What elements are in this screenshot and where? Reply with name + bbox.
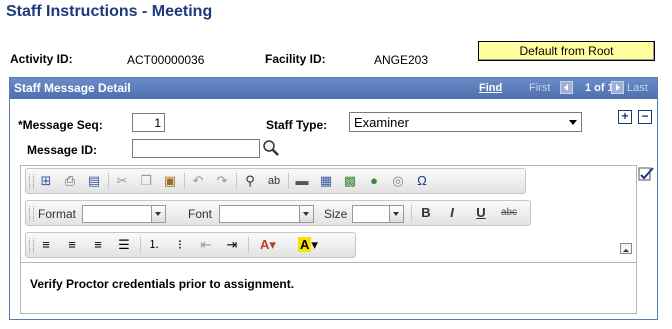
redo-icon[interactable]: ↷	[213, 172, 231, 190]
toolbar-grip	[29, 174, 34, 189]
format-label: Format	[38, 207, 77, 221]
facility-id-value: ANGE203	[374, 53, 429, 67]
toolbar-separator	[108, 173, 109, 189]
toolbar-separator	[140, 237, 141, 253]
image-icon[interactable]: ▩	[341, 172, 359, 190]
staff-type-label: Staff Type:	[266, 118, 328, 132]
text-color-icon[interactable]: A▾	[254, 236, 282, 254]
align-left-icon[interactable]: ≡	[37, 236, 55, 254]
default-from-root-button[interactable]: Default from Root	[478, 41, 655, 61]
editor-content-area[interactable]: Verify Proctor credentials prior to assi…	[21, 262, 636, 313]
undo-icon[interactable]: ↶	[189, 172, 207, 190]
toolbar-row-1: ⊞ ⎙ ▤ ✂ ❐ ▣ ↶ ↷ ⚲ ab ▬ ▦ ▩ ● ◎ Ω	[25, 168, 526, 194]
panel-header: Staff Message Detail Find First 1 of 1 L…	[10, 78, 657, 99]
format-select[interactable]	[82, 205, 166, 223]
size-label: Size	[324, 207, 348, 221]
chevron-down-icon	[569, 120, 577, 125]
message-seq-input[interactable]	[132, 113, 165, 132]
replace-icon[interactable]: ab	[265, 172, 283, 190]
add-row-button[interactable]: +	[618, 110, 632, 124]
indent-icon[interactable]: ⇥	[223, 236, 241, 254]
message-id-label: Message ID:	[27, 143, 98, 157]
toolbar-separator	[184, 173, 185, 189]
bold-button[interactable]: B	[417, 204, 435, 222]
toolbar-row-3: ≡ ≡ ≡ ☰ ⒈ ⁝ ⇤ ⇥ A▾ A ▾	[25, 232, 356, 258]
copy-icon[interactable]: ❐	[137, 172, 155, 190]
toolbar-separator	[248, 237, 249, 253]
message-id-input[interactable]	[132, 139, 260, 158]
row-count: 1 of 1	[585, 82, 614, 94]
source-icon[interactable]: ⊞	[37, 172, 55, 190]
align-right-icon[interactable]: ≡	[89, 236, 107, 254]
first-link[interactable]: First	[529, 82, 550, 94]
font-label: Font	[188, 207, 213, 221]
horizontal-rule-icon[interactable]: ▬	[293, 172, 311, 190]
size-select[interactable]	[352, 205, 404, 223]
editor-text: Verify Proctor credentials prior to assi…	[30, 277, 295, 291]
anchor-icon[interactable]: ◎	[389, 172, 407, 190]
table-icon[interactable]: ▦	[317, 172, 335, 190]
next-arrow-icon[interactable]	[611, 81, 624, 94]
delete-row-button[interactable]: −	[638, 110, 652, 124]
activity-id-value: ACT00000036	[127, 53, 205, 67]
find-link[interactable]: Find	[479, 82, 502, 94]
spellcheck-icon[interactable]	[636, 165, 656, 185]
preview-icon[interactable]: ⎙	[61, 172, 79, 190]
italic-button[interactable]: I	[443, 204, 461, 222]
staff-type-selected: Examiner	[354, 115, 409, 130]
justify-icon[interactable]: ☰	[115, 236, 133, 254]
print-icon[interactable]: ▤	[85, 172, 103, 190]
strikethrough-button[interactable]: abc	[500, 204, 518, 222]
toolbar-separator	[411, 205, 412, 221]
staff-type-select[interactable]: Examiner	[349, 112, 582, 132]
link-icon[interactable]: ●	[365, 172, 383, 190]
outdent-icon[interactable]: ⇤	[197, 236, 215, 254]
cut-icon[interactable]: ✂	[113, 172, 131, 190]
toolbar-grip	[29, 238, 34, 253]
facility-id-label: Facility ID:	[265, 52, 326, 66]
panel-title: Staff Message Detail	[14, 81, 131, 95]
toolbar-row-2: Format Font Size B I U abc	[25, 200, 531, 226]
numbered-list-icon[interactable]: ⒈	[145, 236, 163, 254]
page-title: Staff Instructions - Meeting	[6, 3, 213, 20]
chevron-down-icon	[151, 206, 165, 222]
toolbar-separator	[236, 173, 237, 189]
background-color-icon[interactable]: A ▾	[292, 236, 324, 254]
paste-icon[interactable]: ▣	[161, 172, 179, 190]
toolbar-grip	[29, 206, 34, 221]
chevron-down-icon	[389, 206, 403, 222]
last-link[interactable]: Last	[627, 82, 648, 94]
toolbar-separator	[288, 173, 289, 189]
chevron-down-icon	[299, 206, 313, 222]
find-icon[interactable]: ⚲	[241, 172, 259, 190]
bulleted-list-icon[interactable]: ⁝	[171, 236, 189, 254]
align-center-icon[interactable]: ≡	[63, 236, 81, 254]
lookup-icon[interactable]	[262, 139, 280, 157]
message-seq-label: *Message Seq:	[18, 118, 103, 132]
font-select[interactable]	[219, 205, 314, 223]
activity-id-label: Activity ID:	[10, 52, 73, 66]
previous-arrow-icon[interactable]	[560, 81, 573, 94]
underline-button[interactable]: U	[472, 204, 490, 222]
special-char-icon[interactable]: Ω	[413, 172, 431, 190]
collapse-toolbar-icon[interactable]	[620, 243, 632, 254]
